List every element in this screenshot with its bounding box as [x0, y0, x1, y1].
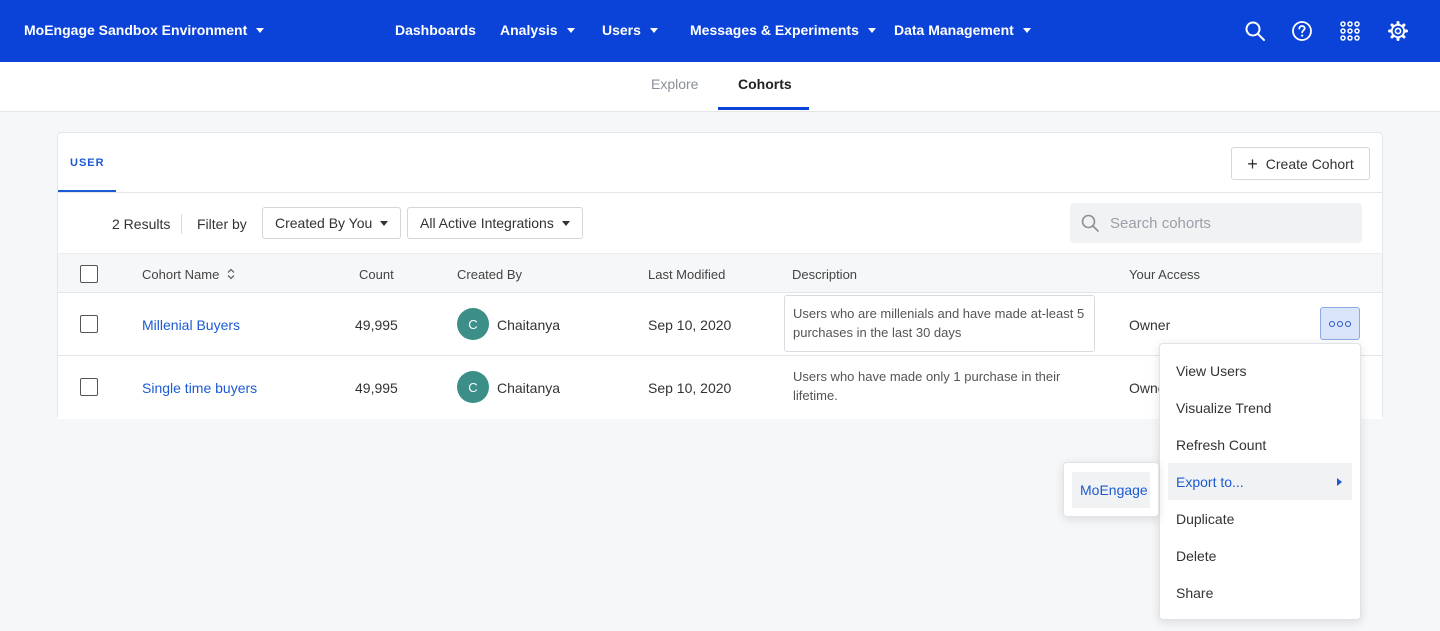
cohort-description: Users who have made only 1 purchase in t…	[793, 369, 1061, 403]
chevron-right-icon	[1337, 477, 1342, 486]
menu-item-label: Duplicate	[1176, 510, 1235, 527]
cohort-description: Users who are millenials and have made a…	[784, 295, 1095, 352]
nav-users-label: Users	[602, 22, 641, 38]
dot-icon	[1345, 320, 1351, 327]
chevron-down-icon	[380, 220, 389, 226]
table-header: Cohort Name Count Created By Last Modifi…	[58, 253, 1382, 293]
created-by-filter-value: Created By You	[275, 215, 373, 231]
sort-icon	[227, 268, 235, 280]
cohort-name-link[interactable]: Millenial Buyers	[142, 317, 240, 333]
created-by-name: Chaitanya	[497, 380, 561, 396]
column-header-your-access: Your Access	[1129, 267, 1201, 282]
menu-item-label: Visualize Trend	[1176, 399, 1272, 416]
column-header-label: Cohort Name	[142, 267, 220, 282]
column-header-last-modified: Last Modified	[648, 267, 726, 282]
menu-item-view-users[interactable]: View Users	[1168, 352, 1352, 389]
create-cohort-button[interactable]: + Create Cohort	[1231, 147, 1370, 180]
chevron-down-icon	[649, 27, 658, 33]
cohort-count: 49,995	[355, 380, 398, 396]
dot-icon	[1329, 320, 1335, 327]
chevron-down-icon	[256, 27, 265, 33]
nav-analysis[interactable]: Analysis	[500, 22, 575, 38]
sub-nav: Explore Cohorts	[0, 62, 1440, 112]
search-input[interactable]	[1110, 214, 1350, 232]
workspace-name: MoEngage Sandbox Environment	[24, 22, 248, 38]
chevron-down-icon	[566, 27, 575, 33]
tab-explore[interactable]: Explore	[651, 76, 698, 92]
nav-messages-label: Messages & Experiments	[690, 22, 859, 38]
top-nav-bar: MoEngage Sandbox Environment Dashboards …	[0, 0, 1440, 62]
row-checkbox[interactable]	[80, 315, 98, 333]
menu-item-delete[interactable]: Delete	[1168, 537, 1352, 574]
tab-cohorts[interactable]: Cohorts	[738, 76, 792, 92]
column-header-cohort-name[interactable]: Cohort Name	[142, 267, 236, 282]
created-by-name: Chaitanya	[497, 317, 561, 333]
workspace-selector[interactable]: MoEngage Sandbox Environment	[24, 22, 265, 38]
integrations-filter-value: All Active Integrations	[420, 215, 554, 231]
created-by-filter-dropdown[interactable]: Created By You	[262, 207, 402, 239]
row-checkbox[interactable]	[80, 378, 98, 396]
column-header-count: Count	[359, 267, 394, 282]
nav-data-management-label: Data Management	[894, 22, 1014, 38]
help-icon[interactable]	[1291, 20, 1313, 42]
menu-item-refresh-count[interactable]: Refresh Count	[1168, 426, 1352, 463]
menu-item-label: Share	[1176, 584, 1214, 601]
filter-label: Filter by	[197, 216, 247, 232]
menu-item-label: View Users	[1176, 362, 1247, 379]
integrations-filter-dropdown[interactable]: All Active Integrations	[407, 207, 583, 239]
menu-item-label: Refresh Count	[1176, 436, 1267, 453]
divider	[58, 192, 1382, 193]
menu-item-label: Delete	[1176, 547, 1217, 564]
nav-dashboards-label: Dashboards	[395, 22, 476, 38]
nav-analysis-label: Analysis	[500, 22, 558, 38]
select-all-checkbox[interactable]	[80, 265, 98, 283]
search-box	[1070, 203, 1362, 243]
create-cohort-label: Create Cohort	[1265, 155, 1354, 172]
chevron-down-icon	[561, 220, 570, 226]
column-header-description: Description	[792, 267, 858, 282]
dot-icon	[1337, 320, 1343, 327]
cohort-count: 49,995	[355, 317, 398, 333]
menu-item-duplicate[interactable]: Duplicate	[1168, 500, 1352, 537]
nav-dashboards[interactable]: Dashboards	[395, 22, 476, 38]
cohort-name-link[interactable]: Single time buyers	[142, 380, 257, 396]
plus-icon: +	[1247, 153, 1258, 174]
export-submenu: MoEngage	[1063, 462, 1159, 517]
menu-item-share[interactable]: Share	[1168, 574, 1352, 611]
chevron-down-icon	[1022, 27, 1031, 33]
tab-user[interactable]: USER	[70, 157, 105, 169]
nav-users[interactable]: Users	[602, 22, 658, 38]
submenu-item-label: MoEngage	[1080, 482, 1148, 498]
settings-gear-icon[interactable]	[1387, 20, 1409, 42]
column-header-created-by: Created By	[457, 267, 523, 282]
results-count: 2 Results	[112, 216, 171, 232]
search-icon[interactable]	[1244, 20, 1266, 42]
active-tab-indicator	[718, 107, 809, 110]
submenu-item-moengage[interactable]: MoEngage	[1072, 472, 1150, 508]
avatar: C	[457, 308, 489, 340]
last-modified-date: Sep 10, 2020	[648, 317, 732, 333]
search-icon	[1081, 214, 1099, 232]
apps-grid-icon[interactable]	[1339, 20, 1361, 42]
menu-item-label: Export to...	[1176, 473, 1244, 490]
chevron-down-icon	[867, 27, 876, 33]
menu-item-export-to[interactable]: Export to...	[1168, 463, 1352, 500]
divider	[181, 214, 182, 234]
avatar: C	[457, 371, 489, 403]
last-modified-date: Sep 10, 2020	[648, 380, 732, 396]
nav-messages-experiments[interactable]: Messages & Experiments	[690, 22, 876, 38]
menu-item-visualize-trend[interactable]: Visualize Trend	[1168, 389, 1352, 426]
access-level: Owner	[1129, 317, 1171, 333]
nav-data-management[interactable]: Data Management	[894, 22, 1031, 38]
more-actions-button[interactable]	[1320, 307, 1360, 340]
cohort-actions-menu: View Users Visualize Trend Refresh Count…	[1159, 343, 1361, 620]
